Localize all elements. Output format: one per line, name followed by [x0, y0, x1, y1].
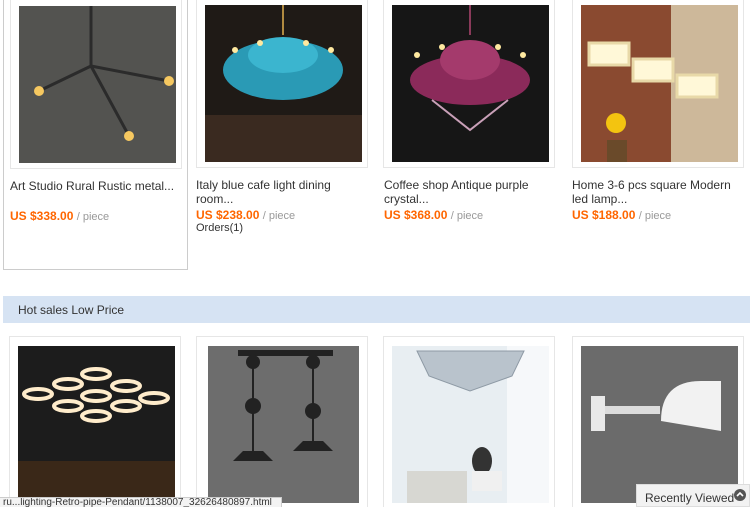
product-card-6[interactable]	[190, 336, 375, 507]
product-image-box[interactable]	[10, 0, 182, 169]
product-image-purple-chandelier[interactable]	[392, 5, 549, 162]
product-image-box[interactable]	[572, 0, 744, 168]
product-image-ring-led-chandelier[interactable]	[18, 346, 175, 503]
product-image-box[interactable]	[196, 336, 368, 507]
product-price: US $368.00 / piece	[384, 208, 483, 222]
product-image-box[interactable]	[383, 0, 555, 168]
price-value: US $338.00	[10, 209, 74, 223]
price-unit: / piece	[450, 210, 484, 222]
chevron-up-icon[interactable]	[734, 489, 746, 501]
product-card-5[interactable]	[3, 336, 188, 507]
product-card-7[interactable]	[378, 336, 563, 507]
product-card-2[interactable]: Italy blue cafe light dining room... US …	[190, 0, 375, 270]
status-bar-url: ru...lighting-Retro-pipe-Pendant/1138007…	[0, 497, 282, 507]
product-image-blue-chandelier[interactable]	[205, 5, 362, 162]
product-price: US $188.00 / piece	[572, 208, 671, 222]
section-banner: Hot sales Low Price	[3, 296, 750, 323]
product-price: US $238.00 / piece	[196, 208, 295, 222]
product-image-box[interactable]	[572, 336, 744, 507]
product-title[interactable]: Italy blue cafe light dining room...	[196, 178, 361, 206]
price-unit: / piece	[76, 211, 110, 223]
product-card-1[interactable]: Art Studio Rural Rustic metal... US $338…	[3, 0, 188, 270]
product-card-3[interactable]: Coffee shop Antique purple crystal... US…	[378, 0, 563, 270]
product-image-box[interactable]	[196, 0, 368, 168]
price-value: US $188.00	[572, 208, 636, 222]
product-image-box[interactable]	[383, 336, 555, 507]
product-title[interactable]: Coffee shop Antique purple crystal...	[384, 178, 549, 206]
product-title[interactable]: Art Studio Rural Rustic metal...	[10, 179, 175, 193]
product-card-4[interactable]: Home 3-6 pcs square Modern led lamp... U…	[566, 0, 750, 270]
product-image-crystal-ceiling-lamp[interactable]	[392, 346, 549, 503]
product-price: US $338.00 / piece	[10, 209, 109, 223]
product-image-white-wall-lamp[interactable]	[581, 346, 738, 503]
product-image-pulley-pendant-lamp[interactable]	[208, 346, 359, 503]
price-value: US $368.00	[384, 208, 448, 222]
product-image-box[interactable]	[9, 336, 181, 507]
product-image-square-led-lamp[interactable]	[581, 5, 738, 162]
recently-viewed-label: Recently Viewed	[645, 491, 735, 505]
product-orders[interactable]: Orders(1)	[196, 222, 243, 234]
product-title[interactable]: Home 3-6 pcs square Modern led lamp...	[572, 178, 737, 206]
price-unit: / piece	[262, 210, 296, 222]
price-value: US $238.00	[196, 208, 260, 222]
price-unit: / piece	[638, 210, 672, 222]
product-card-8[interactable]	[566, 336, 750, 507]
recently-viewed-tab[interactable]: Recently Viewed	[636, 484, 750, 507]
product-image-rustic-lamp[interactable]	[19, 6, 176, 163]
section-title: Hot sales Low Price	[18, 303, 125, 317]
